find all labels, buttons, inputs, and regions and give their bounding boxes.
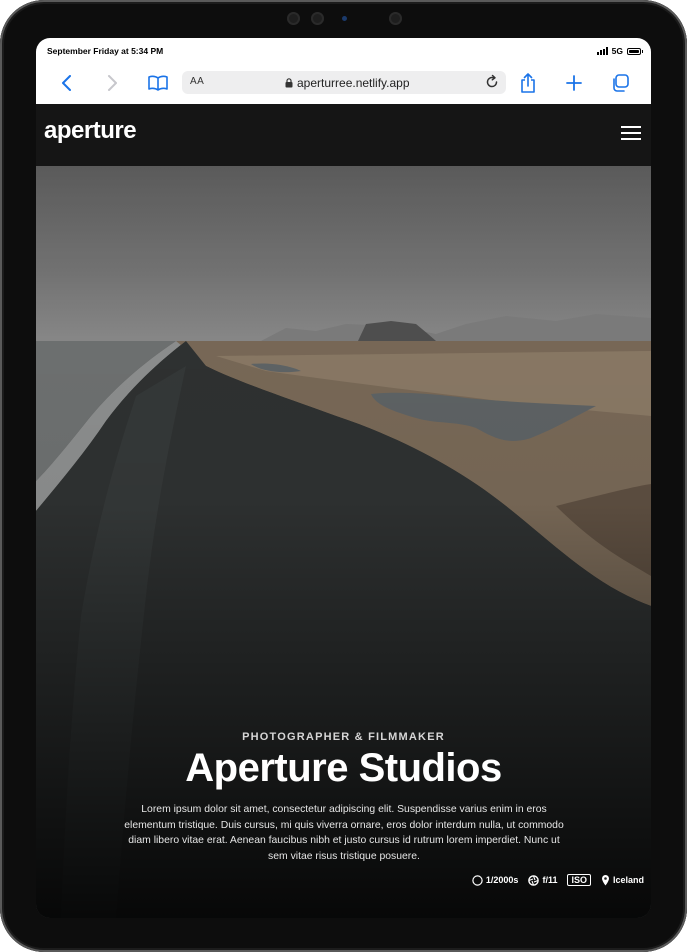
site-header: aperture <box>36 104 651 166</box>
share-icon[interactable] <box>517 72 539 94</box>
hero-description: Lorem ipsum dolor sit amet, consectetur … <box>124 804 564 863</box>
url-text: aperturree.netlify.app <box>297 76 410 90</box>
site-logo[interactable]: aperture <box>44 117 137 145</box>
battery-icon <box>627 47 643 55</box>
sensor-icon <box>287 12 300 25</box>
camera-icon <box>311 12 324 25</box>
bookmarks-icon[interactable] <box>147 72 169 94</box>
browser-toolbar: AA aperturree.netlify.app <box>36 62 651 105</box>
status-bar: September Friday at 5:34 PM 5G <box>36 38 651 62</box>
new-tab-icon[interactable] <box>563 72 585 94</box>
signal-icon <box>596 47 608 55</box>
aperture-value: f/11 <box>542 875 558 885</box>
status-indicators: 5G <box>596 46 643 56</box>
indicator-icon <box>342 16 347 21</box>
sensor-icon <box>389 12 402 25</box>
url-field[interactable]: aperturree.netlify.app <box>285 76 410 90</box>
shutter-value: 1/2000s <box>485 875 519 885</box>
aperture-meta: f/11 <box>528 874 558 886</box>
hamburger-menu-icon[interactable] <box>621 126 641 140</box>
camera-bar <box>0 12 687 26</box>
location-pin-icon <box>601 875 609 886</box>
screen: September Friday at 5:34 PM 5G AA apertu… <box>36 38 651 918</box>
back-icon[interactable] <box>56 72 78 94</box>
hero-kicker: PHOTOGRAPHER & FILMMAKER <box>242 731 445 743</box>
aperture-icon <box>528 874 540 886</box>
shutter-icon <box>472 874 483 886</box>
text-size-button[interactable]: AA <box>190 76 204 87</box>
location-meta: Iceland <box>601 874 644 886</box>
iso-meta: ISO <box>567 874 591 886</box>
photo-meta: 1/2000s f/11 ISO Iceland <box>472 874 644 886</box>
tabs-icon[interactable] <box>609 72 631 94</box>
hero-section: PHOTOGRAPHER & FILMMAKER Aperture Studio… <box>36 166 651 918</box>
network-label: 5G <box>611 46 623 56</box>
shutter-meta: 1/2000s <box>472 874 519 886</box>
tablet-frame: September Friday at 5:34 PM 5G AA apertu… <box>0 0 687 952</box>
location-value: Iceland <box>612 875 644 885</box>
iso-badge: ISO <box>567 874 591 886</box>
forward-icon[interactable] <box>101 72 123 94</box>
lock-icon <box>285 78 293 88</box>
hero-title: Aperture Studios <box>185 746 502 790</box>
reload-icon[interactable] <box>484 74 500 93</box>
address-bar[interactable]: AA aperturree.netlify.app <box>182 71 506 94</box>
status-time: September Friday at 5:34 PM <box>47 46 164 56</box>
